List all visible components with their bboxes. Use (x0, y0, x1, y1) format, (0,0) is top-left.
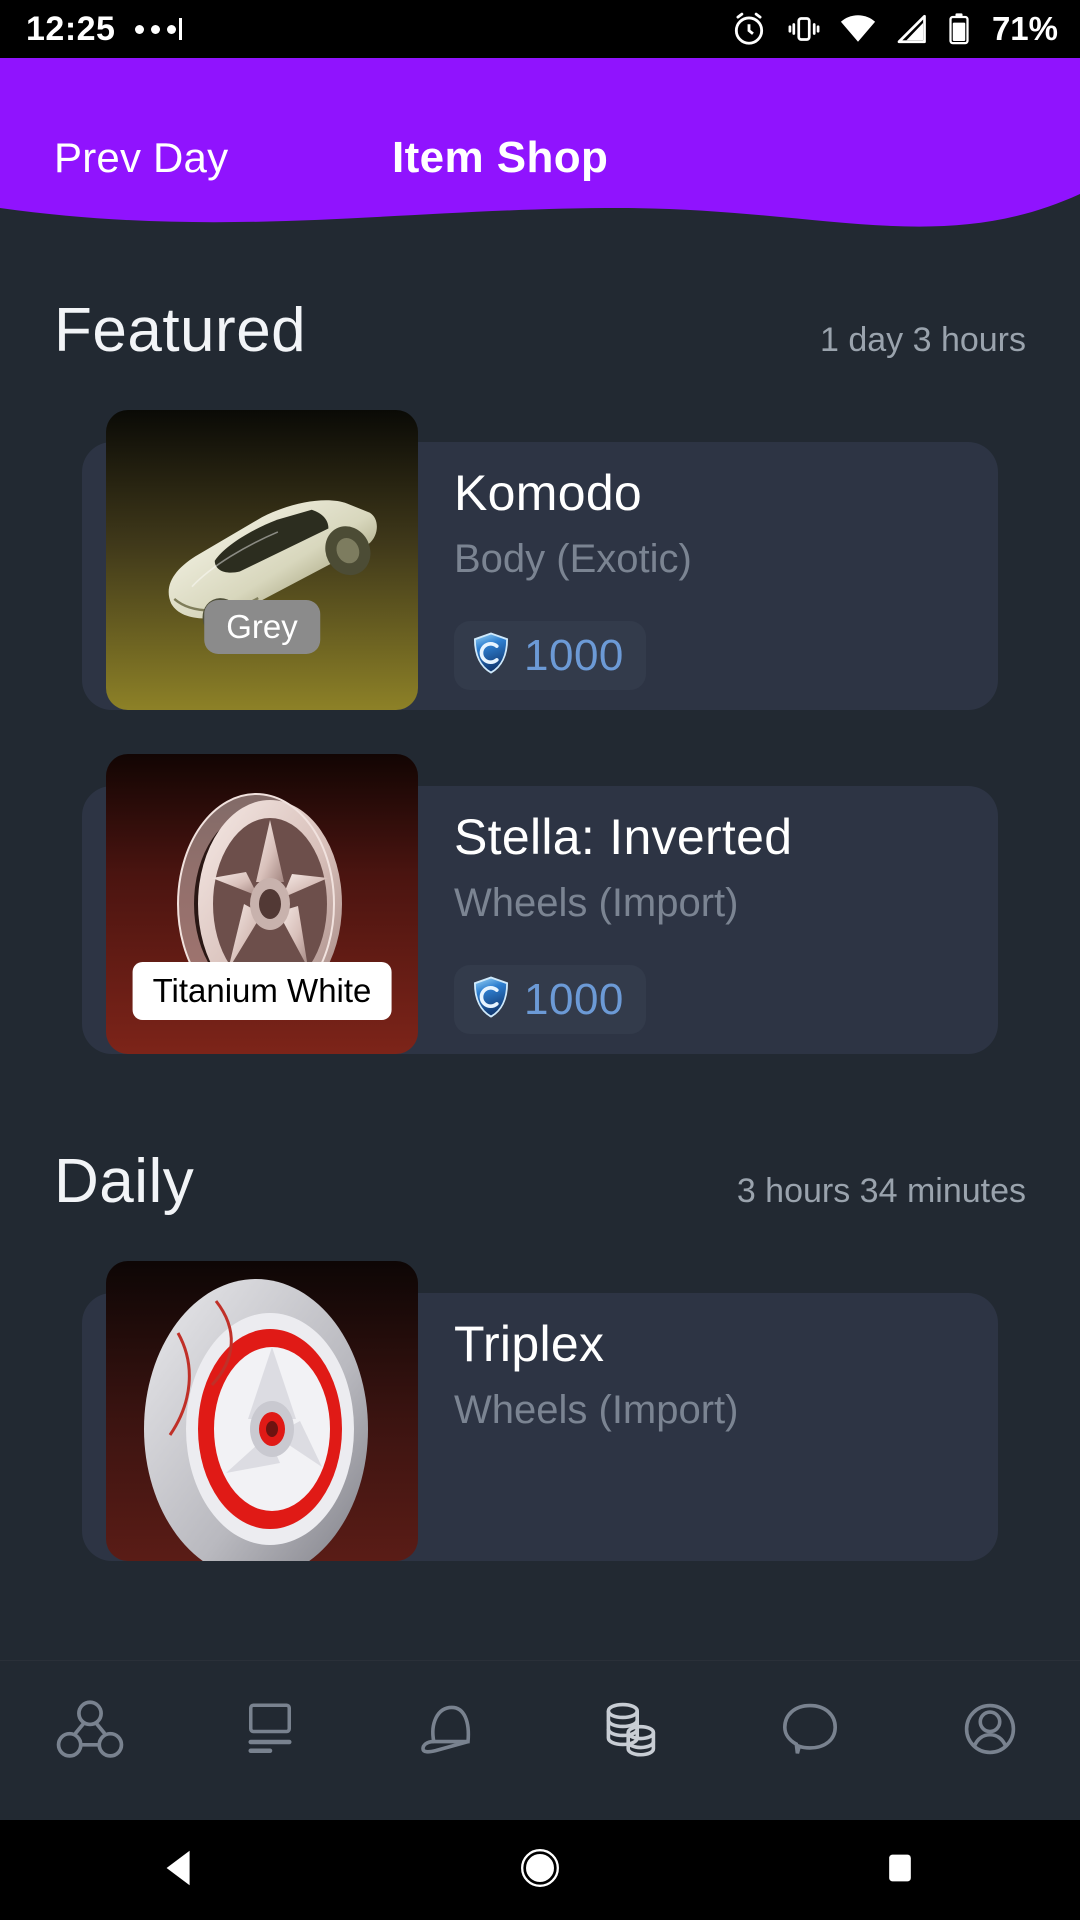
news-icon (235, 1693, 305, 1763)
section-title: Featured (54, 296, 307, 365)
app-root: 12:25 71% Prev Day Item Shop Featured 1 … (0, 0, 1080, 1920)
item-price: 1000 (524, 630, 624, 680)
home-circle-icon (517, 1845, 563, 1896)
item-art-komodo (106, 410, 418, 710)
android-navigation-bar (0, 1820, 1080, 1920)
android-back-button[interactable] (80, 1845, 280, 1896)
bottom-navigation (0, 1660, 1080, 1820)
item-art-triplex (106, 1261, 418, 1561)
shop-item-card[interactable]: Titanium White Stella: Inverted Wheels (… (82, 754, 998, 1054)
item-type: Body (Exotic) (454, 537, 692, 581)
items-icon (414, 1693, 486, 1765)
section-timer: 3 hours 34 minutes (736, 1172, 1026, 1210)
nav-item-news[interactable] (205, 1693, 335, 1763)
cellular-icon (894, 14, 928, 44)
section-header-daily: Daily 3 hours 34 minutes (0, 1146, 1080, 1217)
item-thumbnail[interactable]: Titanium White (106, 754, 418, 1054)
nav-item-profile[interactable] (925, 1693, 1055, 1765)
item-type: Wheels (Import) (454, 1388, 739, 1432)
item-thumbnail[interactable] (106, 1261, 418, 1561)
ranks-icon (53, 1693, 127, 1767)
notification-cursor (179, 18, 183, 40)
back-triangle-icon (157, 1845, 203, 1896)
item-name: Stella: Inverted (454, 809, 793, 865)
vibrate-icon (786, 11, 822, 47)
section-title: Daily (54, 1147, 195, 1216)
shop-item-card[interactable]: Grey Komodo Body (Exotic) 1000 (82, 410, 998, 710)
credits-icon (468, 630, 514, 681)
section-header-featured: Featured 1 day 3 hours (0, 295, 1080, 366)
battery-icon (946, 12, 972, 46)
section-timer: 1 day 3 hours (819, 321, 1026, 359)
item-thumbnail[interactable]: Grey (106, 410, 418, 710)
chat-icon (774, 1693, 846, 1765)
item-price: 1000 (524, 974, 624, 1024)
item-name: Komodo (454, 465, 643, 521)
shop-item-card[interactable]: Triplex Wheels (Import) (82, 1261, 998, 1561)
recents-square-icon (880, 1848, 920, 1893)
item-info: Triplex Wheels (Import) (454, 1316, 974, 1433)
page-title: Item Shop (392, 133, 609, 182)
nav-item-items[interactable] (385, 1693, 515, 1765)
status-bar: 12:25 71% (0, 0, 1080, 58)
item-price-pill[interactable]: 1000 (454, 621, 646, 690)
notification-dots-icon (135, 24, 177, 34)
item-info: Komodo Body (Exotic) 1000 (454, 466, 974, 690)
nav-item-chat[interactable] (745, 1693, 875, 1765)
android-home-button[interactable] (440, 1845, 640, 1896)
android-recents-button[interactable] (800, 1848, 1000, 1893)
item-name: Triplex (454, 1316, 605, 1372)
nav-item-ranks[interactable] (25, 1693, 155, 1767)
paint-badge: Grey (204, 600, 320, 654)
app-header: Prev Day Item Shop (0, 58, 1080, 258)
wifi-icon (840, 14, 876, 44)
item-info: Stella: Inverted Wheels (Import) 1000 (454, 810, 974, 1034)
battery-percent: 71% (991, 10, 1058, 47)
credits-icon (468, 974, 514, 1025)
item-price-pill[interactable]: 1000 (454, 965, 646, 1034)
credits-shield-glyph (473, 976, 509, 1018)
item-type: Wheels (Import) (454, 881, 739, 925)
shop-coins-icon (594, 1693, 666, 1765)
paint-badge: Titanium White (132, 962, 392, 1020)
prev-day-button[interactable]: Prev Day (54, 134, 228, 182)
alarm-icon (730, 10, 768, 48)
status-bar-icons: 71% (730, 10, 1058, 48)
credits-shield-glyph (473, 632, 509, 674)
status-bar-clock: 12:25 (26, 10, 116, 48)
profile-icon (954, 1693, 1026, 1765)
shop-scroll-container[interactable]: Featured 1 day 3 hours Grey Komodo Body … (0, 255, 1080, 1660)
nav-item-shop[interactable] (565, 1693, 695, 1765)
